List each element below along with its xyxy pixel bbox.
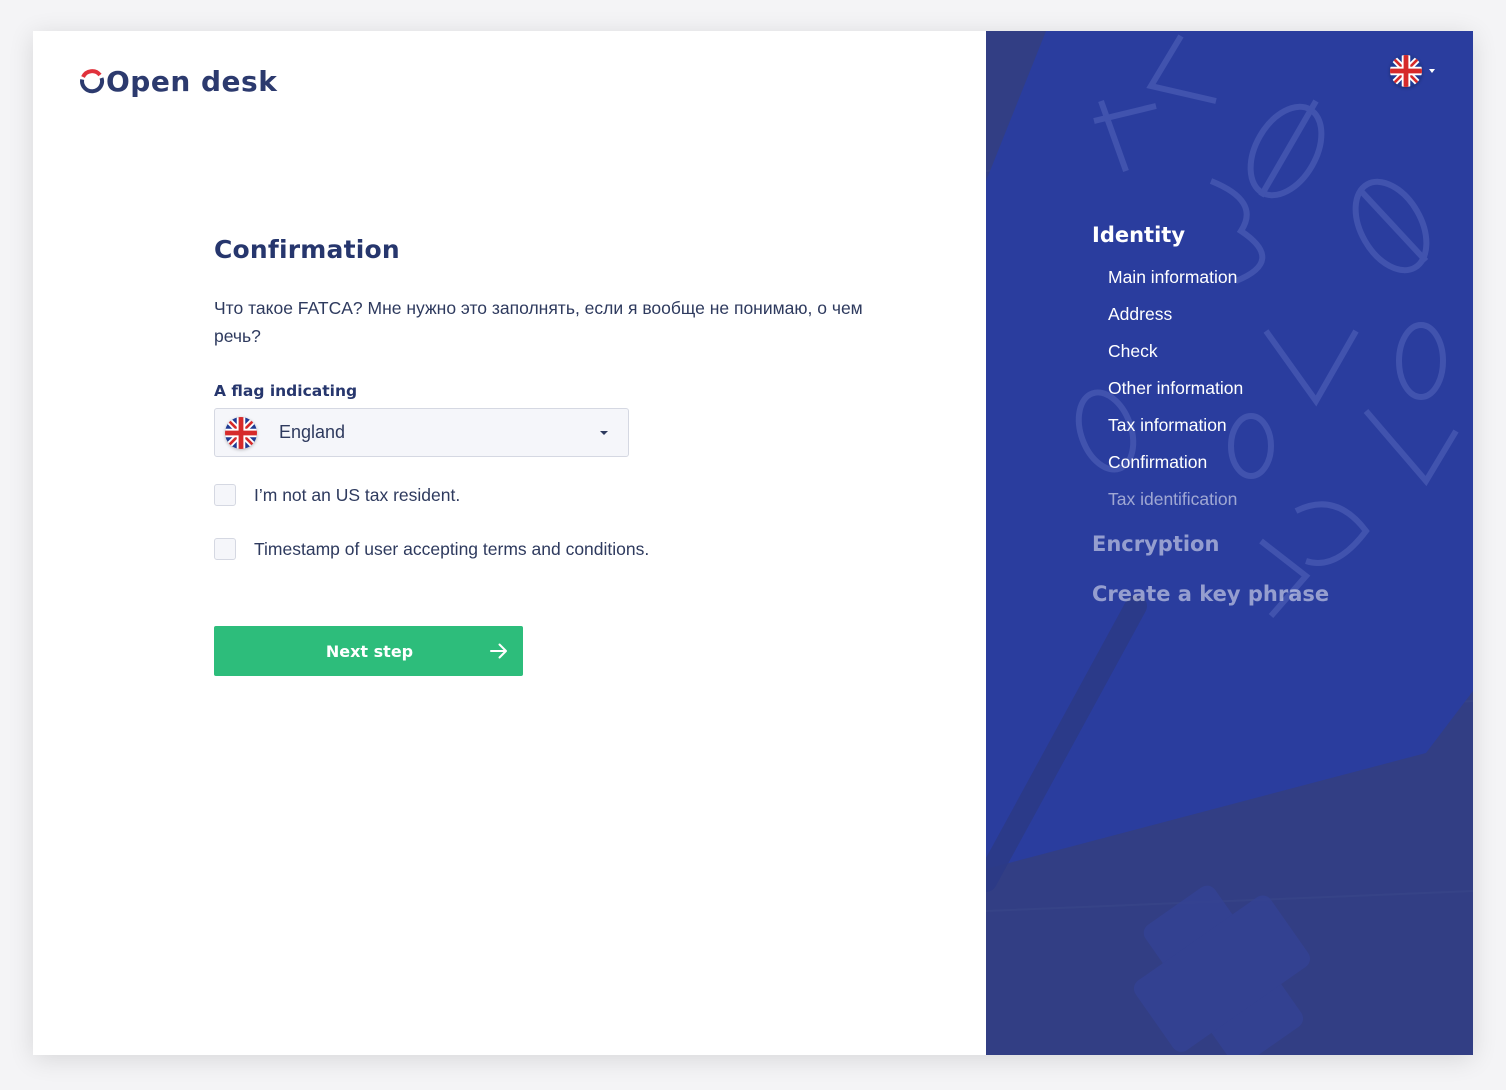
step-create-key-phrase: Create a key phrase [1092, 582, 1330, 606]
substep-tax-information[interactable]: Tax information [1108, 407, 1452, 444]
flag-field-label: A flag indicating [214, 382, 358, 400]
onboarding-steps: Identity Main information Address Check … [1092, 223, 1452, 606]
substep-confirmation[interactable]: Confirmation [1108, 444, 1452, 481]
uk-flag-icon [1390, 55, 1422, 87]
terms-timestamp-option: Timestamp of user accepting terms and co… [214, 538, 874, 560]
logo: Open desk [79, 61, 277, 101]
us-tax-resident-checkbox[interactable] [214, 484, 236, 506]
identity-substeps: Main information Address Check Other inf… [1108, 259, 1452, 518]
substep-tax-identification: Tax identification [1108, 489, 1238, 509]
logo-mark-icon [80, 69, 105, 94]
chevron-down-icon [600, 431, 608, 435]
form-panel: Open desk Confirmation Что такое FATCA? … [33, 31, 986, 1055]
country-flag-select[interactable]: England [214, 408, 629, 457]
terms-timestamp-label[interactable]: Timestamp of user accepting terms and co… [254, 539, 649, 560]
substep-check[interactable]: Check [1108, 333, 1452, 370]
substep-main-information[interactable]: Main information [1108, 259, 1452, 296]
app-window: Open desk Confirmation Что такое FATCA? … [33, 31, 1473, 1055]
step-identity[interactable]: Identity [1092, 223, 1452, 247]
uk-flag-icon [225, 416, 257, 449]
logo-text: Open desk [106, 64, 278, 98]
fatca-description: Что такое FATCA? Мне нужно это заполнять… [214, 298, 863, 346]
next-step-button[interactable]: Next step [214, 626, 523, 676]
terms-timestamp-checkbox[interactable] [214, 538, 236, 560]
next-step-label: Next step [325, 641, 414, 661]
us-tax-resident-option: I’m not an US tax resident. [214, 484, 874, 506]
selected-country: England [279, 422, 346, 442]
us-tax-resident-label[interactable]: I’m not an US tax resident. [254, 485, 460, 506]
substep-other-information[interactable]: Other information [1108, 370, 1452, 407]
language-selector[interactable] [1390, 55, 1435, 87]
page-title: Confirmation [214, 235, 400, 264]
step-encryption: Encryption [1092, 532, 1220, 556]
chevron-down-icon [1429, 69, 1435, 73]
progress-sidebar: Identity Main information Address Check … [986, 31, 1473, 1055]
substep-address[interactable]: Address [1108, 296, 1452, 333]
arrow-right-icon [490, 643, 507, 659]
confirmation-form: Confirmation Что такое FATCA? Мне нужно … [214, 235, 874, 676]
